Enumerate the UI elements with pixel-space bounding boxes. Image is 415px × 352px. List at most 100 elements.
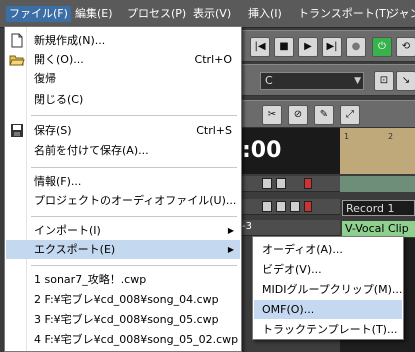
clip-v-vocal[interactable]: V-Vocal Clip bbox=[342, 221, 415, 237]
menu-view[interactable]: 表示(V) bbox=[190, 6, 234, 22]
stop-button[interactable]: ■ bbox=[274, 37, 294, 57]
forward-icon: ▶| bbox=[326, 41, 338, 52]
menu-edit[interactable]: 編集(E) bbox=[72, 6, 116, 22]
nudge-button[interactable]: ↘ bbox=[396, 71, 415, 91]
menu-item-label: インポート(I) bbox=[34, 224, 101, 237]
zoom-tool-button[interactable]: ⤢ bbox=[340, 105, 360, 125]
menu-item-save[interactable]: 保存(S) Ctrl+S bbox=[6, 121, 240, 140]
key-select[interactable]: C ▼ bbox=[260, 72, 364, 90]
snap-icon: ⊡ bbox=[379, 75, 389, 86]
menu-item-save-as[interactable]: 名前を付けて保存(A)... bbox=[6, 141, 240, 160]
menu-file[interactable]: ファイル(F) bbox=[6, 6, 71, 22]
export-item-video[interactable]: ビデオ(V)... bbox=[254, 260, 402, 279]
menu-insert[interactable]: 挿入(I) bbox=[245, 6, 285, 22]
meter-icon bbox=[304, 201, 312, 212]
mute-icon[interactable] bbox=[262, 201, 272, 212]
menu-item-open[interactable]: 開く(O)... Ctrl+O bbox=[6, 50, 240, 69]
time-display: :00 bbox=[240, 128, 340, 174]
export-submenu: オーディオ(A)... ビデオ(V)... MIDIグループクリップ(M)...… bbox=[252, 236, 404, 340]
record-arm-icon[interactable] bbox=[290, 201, 300, 212]
stop-icon: ■ bbox=[279, 41, 289, 52]
menu-item-close[interactable]: 閉じる(C) bbox=[6, 90, 240, 109]
menu-separator bbox=[31, 115, 237, 116]
menu-item-label: オーディオ(A)... bbox=[262, 243, 343, 256]
record-button[interactable]: ● bbox=[346, 37, 366, 57]
export-item-audio[interactable]: オーディオ(A)... bbox=[254, 240, 402, 259]
mute-tool-button[interactable]: ⊘ bbox=[288, 105, 308, 125]
menu-item-label: プロジェクトのオーディオファイル(U)... bbox=[34, 194, 237, 207]
forward-button[interactable]: ▶| bbox=[322, 37, 342, 57]
submenu-arrow-icon: ▶ bbox=[227, 245, 234, 254]
menu-item-recent-2[interactable]: 2 F:¥宅ブレ¥cd_008¥song_04.cwp bbox=[6, 290, 240, 309]
menu-item-shortcut: Ctrl+O bbox=[194, 53, 232, 66]
menu-item-label: 1 sonar7_攻略！.cwp bbox=[34, 273, 147, 286]
export-item-omf[interactable]: OMF(O)... bbox=[254, 300, 402, 319]
draw-tool-button[interactable]: ✎ bbox=[314, 105, 334, 125]
menu-separator bbox=[31, 265, 237, 266]
meter-icon bbox=[304, 178, 312, 189]
menu-item-import[interactable]: インポート(I) ▶ bbox=[6, 221, 240, 240]
menu-process[interactable]: プロセス(P) bbox=[124, 6, 189, 22]
menu-item-label: 情報(F)... bbox=[34, 175, 82, 188]
loop-button[interactable]: ⟲ bbox=[396, 37, 415, 57]
menu-item-label: OMF(O)... bbox=[262, 303, 315, 316]
ruler-mark: 2 bbox=[388, 132, 394, 141]
menu-item-label: 新規作成(N)... bbox=[34, 34, 106, 47]
menu-item-shortcut: Ctrl+S bbox=[196, 124, 232, 137]
play-button[interactable]: ▶ bbox=[298, 37, 318, 57]
track-strip bbox=[240, 176, 340, 192]
menu-item-label: 4 F:¥宅ブレ¥cd_008¥song_05_02.cwp bbox=[34, 333, 239, 346]
export-item-midi-group-clip[interactable]: MIDIグループクリップ(M)... bbox=[254, 280, 402, 299]
power-icon: ⏻ bbox=[378, 41, 386, 52]
menu-separator bbox=[31, 216, 237, 217]
mute-icon[interactable] bbox=[262, 178, 272, 189]
menu-item-recent-1[interactable]: 1 sonar7_攻略！.cwp bbox=[6, 270, 240, 289]
menu-item-recent-3[interactable]: 3 F:¥宅ブレ¥cd_008¥song_05.cwp bbox=[6, 310, 240, 329]
record-icon: ● bbox=[351, 41, 361, 52]
menu-item-info[interactable]: 情報(F)... bbox=[6, 172, 240, 191]
menu-item-label: 復帰 bbox=[34, 72, 56, 85]
solo-icon[interactable] bbox=[276, 178, 286, 189]
menu-item-export[interactable]: エクスポート(E) ▶ bbox=[6, 240, 240, 259]
open-folder-icon bbox=[9, 55, 25, 66]
track-strip: -3 bbox=[240, 220, 340, 236]
menu-genre[interactable]: ジャン bbox=[385, 6, 415, 22]
transport-toolbar: |◀ ■ ▶ ▶| ● ⏻ ⟲ bbox=[240, 30, 415, 62]
menu-item-label: 閉じる(C) bbox=[34, 93, 84, 106]
menu-separator bbox=[31, 167, 237, 168]
menu-item-revert[interactable]: 復帰 bbox=[6, 69, 240, 88]
rewind-button[interactable]: |◀ bbox=[250, 37, 270, 57]
menubar: ファイル(F) 編集(E) プロセス(P) 表示(V) 挿入(I) トランスポー… bbox=[0, 0, 415, 28]
menu-item-label: 2 F:¥宅ブレ¥cd_008¥song_04.cwp bbox=[34, 293, 219, 306]
export-item-track-template[interactable]: トラックテンプレート(T)... bbox=[254, 320, 402, 339]
nudge-icon: ↘ bbox=[401, 75, 411, 86]
clip-record-1[interactable]: Record 1 bbox=[342, 200, 415, 216]
snap-button[interactable]: ⊡ bbox=[374, 71, 394, 91]
chevron-down-icon: ▼ bbox=[354, 76, 361, 86]
tools-toolbar: ✂ ⊘ ✎ ⤢ bbox=[240, 100, 415, 128]
new-document-icon bbox=[11, 33, 23, 48]
track-strip bbox=[240, 199, 340, 215]
menu-transport[interactable]: トランスポート(T) bbox=[295, 6, 393, 22]
timeline-ruler[interactable]: 1 2 bbox=[340, 128, 415, 174]
menu-item-new[interactable]: 新規作成(N)... bbox=[6, 31, 240, 50]
rewind-icon: |◀ bbox=[254, 41, 266, 52]
scissors-tool-button[interactable]: ✂ bbox=[262, 105, 282, 125]
file-menu: 新規作成(N)... 開く(O)... Ctrl+O 復帰 閉じる(C) 保存(… bbox=[4, 26, 242, 352]
menu-item-label: 開く(O)... bbox=[34, 53, 84, 66]
menu-item-label: エクスポート(E) bbox=[34, 243, 116, 256]
clip-lane bbox=[340, 176, 415, 192]
menu-item-label: MIDIグループクリップ(M)... bbox=[262, 283, 403, 296]
menu-item-project-audio-files[interactable]: プロジェクトのオーディオファイル(U)... bbox=[6, 191, 240, 210]
menu-item-label: 3 F:¥宅ブレ¥cd_008¥song_05.cwp bbox=[34, 313, 219, 326]
submenu-arrow-icon: ▶ bbox=[227, 226, 234, 235]
track-number: -3 bbox=[242, 221, 252, 232]
menu-item-recent-4[interactable]: 4 F:¥宅ブレ¥cd_008¥song_05_02.cwp bbox=[6, 330, 240, 349]
mute-tool-icon: ⊘ bbox=[293, 109, 303, 120]
power-button[interactable]: ⏻ bbox=[372, 37, 392, 57]
key-toolbar: C ▼ ⊡ ↘ bbox=[240, 64, 415, 96]
loop-icon: ⟲ bbox=[401, 41, 411, 52]
zoom-icon: ⤢ bbox=[346, 109, 354, 120]
ruler-mark: 1 bbox=[344, 132, 350, 141]
solo-icon[interactable] bbox=[276, 201, 286, 212]
